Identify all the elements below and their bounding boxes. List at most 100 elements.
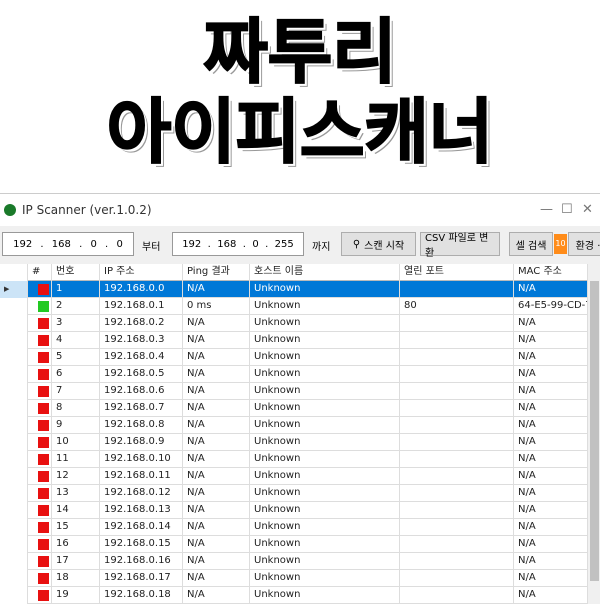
close-button[interactable]: ✕: [582, 202, 593, 217]
cell-mac: N/A: [514, 366, 588, 383]
cell-ip: 192.168.0.16: [100, 553, 183, 570]
cell-no: 14: [52, 502, 100, 519]
status-cell: [28, 468, 52, 485]
table-row[interactable]: 19 192.168.0.18 N/A Unknown N/A: [0, 587, 588, 604]
vertical-scrollbar[interactable]: [588, 264, 600, 604]
column-header[interactable]: MAC 주소: [514, 264, 588, 281]
table-row[interactable]: 16 192.168.0.15 N/A Unknown N/A: [0, 536, 588, 553]
table-row[interactable]: 8 192.168.0.7 N/A Unknown N/A: [0, 400, 588, 417]
row-header: [0, 383, 28, 400]
csv-export-button[interactable]: CSV 파일로 변환: [420, 232, 500, 259]
cell-mac: N/A: [514, 553, 588, 570]
octet: 255: [274, 238, 294, 250]
status-indicator-icon: [38, 318, 49, 329]
cell-port: [400, 349, 514, 366]
cell-ip: 192.168.0.10: [100, 451, 183, 468]
cell-host: Unknown: [250, 485, 400, 502]
row-header: [0, 587, 28, 604]
window-title: IP Scanner (ver.1.0.2): [22, 203, 152, 217]
table-row[interactable]: 14 192.168.0.13 N/A Unknown N/A: [0, 502, 588, 519]
cell-ip: 192.168.0.6: [100, 383, 183, 400]
cell-ping: N/A: [183, 349, 250, 366]
cell-host: Unknown: [250, 519, 400, 536]
table-row[interactable]: 18 192.168.0.17 N/A Unknown N/A: [0, 570, 588, 587]
toolbar: 192. 168. 0. 0 부터 192. 168. 0. 255 까지 ⚲ 스캔 시작 C…: [0, 232, 600, 259]
cell-ip: 192.168.0.15: [100, 536, 183, 553]
cell-mac: N/A: [514, 485, 588, 502]
scan-start-button[interactable]: ⚲ 스캔 시작: [341, 232, 416, 256]
cell-ip: 192.168.0.2: [100, 315, 183, 332]
cell-ping: N/A: [183, 502, 250, 519]
table-row[interactable]: 6 192.168.0.5 N/A Unknown N/A: [0, 366, 588, 383]
cell-mac: N/A: [514, 383, 588, 400]
cell-port: [400, 468, 514, 485]
cell-ip: 192.168.0.0: [100, 281, 183, 298]
row-header: [0, 468, 28, 485]
table-row[interactable]: 7 192.168.0.6 N/A Unknown N/A: [0, 383, 588, 400]
column-header[interactable]: Ping 결과: [183, 264, 250, 281]
scroll-thumb[interactable]: [590, 281, 599, 581]
status-cell: [28, 298, 52, 315]
minimize-button[interactable]: —: [540, 202, 553, 217]
row-header: [0, 485, 28, 502]
table-row[interactable]: 4 192.168.0.3 N/A Unknown N/A: [0, 332, 588, 349]
cell-mac: N/A: [514, 434, 588, 451]
table-row[interactable]: 2192.168.0.10 msUnknown8064-E5-99-CD-7E-: [0, 298, 588, 315]
maximize-button[interactable]: ☐: [561, 202, 573, 217]
status-cell: [28, 417, 52, 434]
cell-ping: 0 ms: [183, 298, 250, 315]
octet: 0: [116, 238, 123, 250]
cell-port: [400, 485, 514, 502]
cell-ip: 192.168.0.4: [100, 349, 183, 366]
cell-ping: N/A: [183, 400, 250, 417]
cell-ping: N/A: [183, 281, 250, 298]
from-label: 부터: [142, 242, 161, 253]
column-header[interactable]: 열린 포트: [400, 264, 514, 281]
status-indicator-icon: [38, 488, 49, 499]
cell-mac: 64-E5-99-CD-7E-: [514, 298, 588, 315]
to-ip-input[interactable]: 192. 168. 0. 255: [172, 232, 304, 256]
cell-host: Unknown: [250, 281, 400, 298]
table-header: # 번호 IP 주소 Ping 결과 호스트 이름 열린 포트 MAC 주소: [0, 264, 588, 281]
settings-button[interactable]: 환경 ·: [568, 232, 600, 256]
app-icon: [4, 204, 16, 216]
cell-port: [400, 434, 514, 451]
status-cell: [28, 383, 52, 400]
table-row[interactable]: 11 192.168.0.10 N/A Unknown N/A: [0, 451, 588, 468]
status-indicator-icon: [38, 369, 49, 380]
column-header[interactable]: IP 주소: [100, 264, 183, 281]
cell-port: [400, 366, 514, 383]
cell-ping: N/A: [183, 383, 250, 400]
banner-line-2: 아이피스캐너: [106, 91, 494, 173]
cell-no: 4: [52, 332, 100, 349]
cell-mac: N/A: [514, 587, 588, 604]
table-row[interactable]: 9 192.168.0.8 N/A Unknown N/A: [0, 417, 588, 434]
status-indicator-icon: [38, 590, 49, 601]
column-header[interactable]: 호스트 이름: [250, 264, 400, 281]
app-window: IP Scanner (ver.1.0.2) — ☐ ✕ 192. 168. 0. 0…: [0, 193, 600, 604]
cell-ping: N/A: [183, 366, 250, 383]
cell-search-button[interactable]: 셀 검색: [509, 232, 553, 256]
table-row[interactable]: 13 192.168.0.12 N/A Unknown N/A: [0, 485, 588, 502]
from-ip-input[interactable]: 192. 168. 0. 0: [2, 232, 134, 256]
cell-port: [400, 553, 514, 570]
cell-port: [400, 536, 514, 553]
table-row[interactable]: ▶ 1 192.168.0.0 N/A Unknown N/A: [0, 281, 588, 298]
status-indicator-icon: [38, 522, 49, 533]
column-header[interactable]: #: [28, 264, 52, 281]
column-header[interactable]: 번호: [52, 264, 100, 281]
table-row[interactable]: 3 192.168.0.2 N/A Unknown N/A: [0, 315, 588, 332]
status-cell: [28, 570, 52, 587]
cell-port: [400, 451, 514, 468]
row-header: [0, 553, 28, 570]
status-cell: [28, 434, 52, 451]
row-header: [0, 434, 28, 451]
status-indicator-icon: [38, 556, 49, 567]
table-row[interactable]: 10 192.168.0.9 N/A Unknown N/A: [0, 434, 588, 451]
cell-mac: N/A: [514, 315, 588, 332]
table-row[interactable]: 12 192.168.0.11 N/A Unknown N/A: [0, 468, 588, 485]
cell-ip: 192.168.0.18: [100, 587, 183, 604]
table-row[interactable]: 5 192.168.0.4 N/A Unknown N/A: [0, 349, 588, 366]
table-row[interactable]: 15 192.168.0.14 N/A Unknown N/A: [0, 519, 588, 536]
table-row[interactable]: 17 192.168.0.16 N/A Unknown N/A: [0, 553, 588, 570]
